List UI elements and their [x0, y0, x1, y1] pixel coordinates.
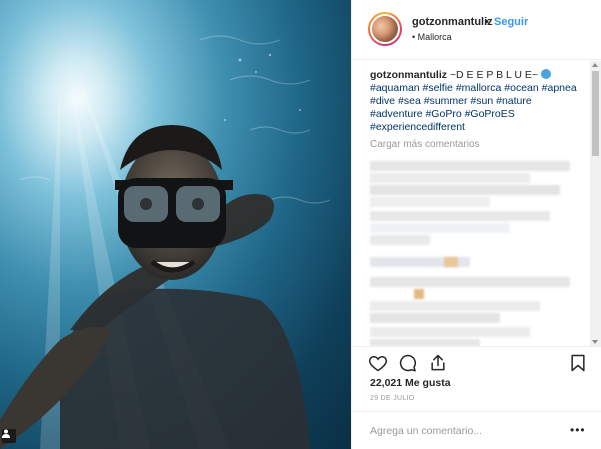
heart-icon[interactable]: [368, 353, 388, 373]
hashtag[interactable]: #GoProES: [465, 108, 515, 120]
post-photo[interactable]: [0, 0, 351, 449]
scroll-thumb[interactable]: [592, 71, 599, 156]
hashtag[interactable]: #summer: [424, 95, 468, 107]
caption-text: ~D E E P B L U E~: [449, 69, 539, 81]
hashtag[interactable]: #nature: [496, 95, 532, 107]
scroll-up-arrow-icon[interactable]: [592, 63, 598, 67]
post-header: gotzonmantuliz • Seguir • Mallorca: [352, 0, 601, 60]
hashtag[interactable]: #sun: [470, 95, 493, 107]
share-icon[interactable]: [428, 353, 448, 373]
bookmark-icon[interactable]: [568, 353, 588, 373]
underwater-selfie-image: [0, 35, 331, 449]
hashtag[interactable]: #apnea: [542, 82, 577, 94]
comment-icon[interactable]: [398, 353, 418, 373]
caption-username[interactable]: gotzonmantuliz: [370, 69, 447, 81]
follow-button[interactable]: Seguir: [494, 16, 528, 28]
likes-count[interactable]: 22,021 Me gusta: [370, 377, 451, 389]
hashtag[interactable]: #dive: [370, 95, 395, 107]
hashtag[interactable]: #selfie: [423, 82, 453, 94]
comments-area: gotzonmantuliz ~D E E P B L U E~ #aquama…: [352, 61, 601, 346]
header-username[interactable]: gotzonmantuliz: [412, 16, 493, 28]
load-more-comments-button[interactable]: Cargar más comentarios: [370, 139, 479, 150]
comment-input[interactable]: [370, 424, 550, 438]
hashtag[interactable]: #aquaman: [370, 82, 420, 94]
avatar[interactable]: [368, 12, 402, 46]
scroll-down-arrow-icon[interactable]: [592, 340, 598, 344]
hashtag[interactable]: #GoPro: [425, 108, 461, 120]
post-sidebar: gotzonmantuliz • Seguir • Mallorca gotzo…: [351, 0, 601, 449]
hashtag[interactable]: #experiencedifferent: [370, 121, 465, 133]
caption: gotzonmantuliz ~D E E P B L U E~ #aquama…: [370, 69, 582, 134]
tagged-user-icon[interactable]: [2, 429, 16, 443]
hashtag[interactable]: #sea: [398, 95, 421, 107]
location-prefix: •: [412, 32, 416, 42]
add-comment-bar: •••: [352, 411, 601, 449]
wave-emoji-icon: [540, 69, 551, 79]
action-bar: [352, 346, 601, 376]
location-name: Mallorca: [417, 32, 452, 42]
header-separator: •: [485, 16, 489, 28]
comments-scrollbar[interactable]: [590, 61, 601, 346]
more-options-button[interactable]: •••: [570, 424, 586, 436]
location-link[interactable]: • Mallorca: [412, 32, 452, 42]
hashtag[interactable]: #adventure: [370, 108, 423, 120]
hashtag[interactable]: #ocean: [504, 82, 538, 94]
post-date[interactable]: 29 DE JULIO: [370, 395, 415, 402]
hashtag[interactable]: #mallorca: [456, 82, 502, 94]
